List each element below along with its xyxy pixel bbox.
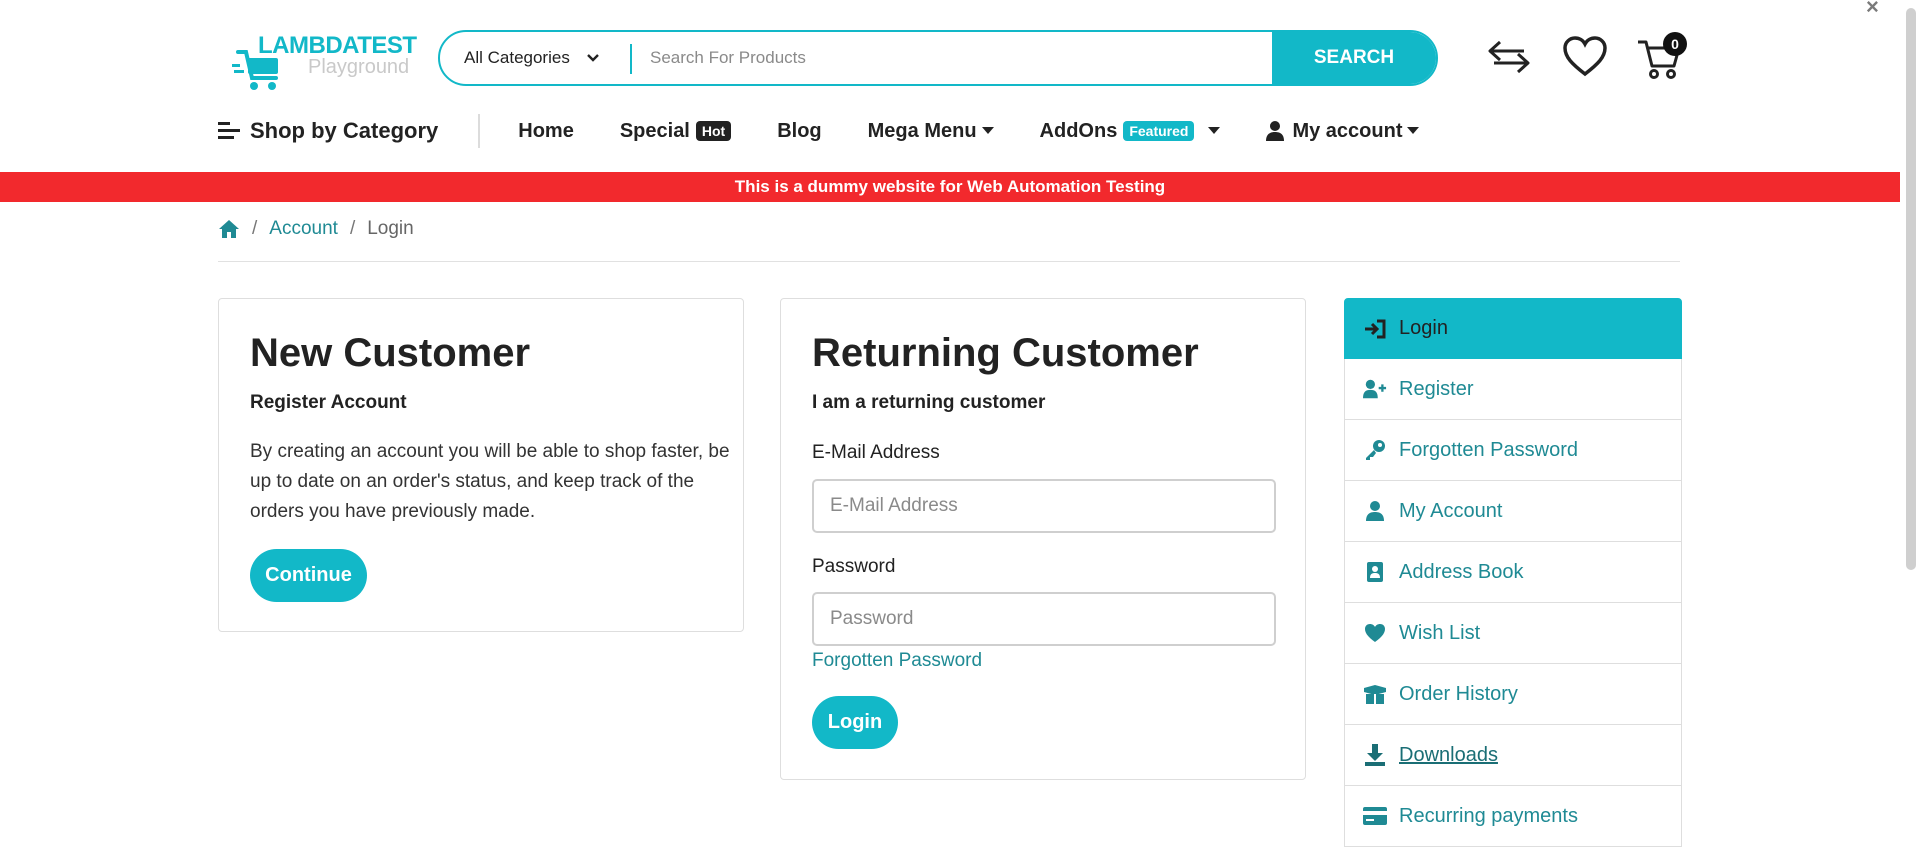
- breadcrumb-separator: /: [252, 218, 258, 239]
- email-field[interactable]: [812, 479, 1276, 533]
- chevron-down-icon: [586, 54, 599, 62]
- menu-icon: [218, 122, 240, 139]
- account-sidebar: Login Register Forgotten Password My Acc…: [1344, 298, 1682, 847]
- password-label: Password: [812, 556, 896, 577]
- new-customer-title: New Customer: [250, 331, 531, 375]
- category-select-value: All Categories: [464, 48, 570, 67]
- wishlist-heart-icon[interactable]: [1562, 36, 1608, 78]
- key-icon: [1363, 438, 1387, 462]
- sidebar-item-label: My Account: [1399, 499, 1503, 522]
- search-input[interactable]: [650, 32, 1210, 84]
- address-book-icon: [1363, 560, 1387, 584]
- new-customer-description: By creating an account you will be able …: [250, 441, 730, 522]
- sidebar-item-label: Downloads: [1399, 743, 1498, 766]
- site-logo[interactable]: LAMBDATEST Playground: [232, 30, 417, 90]
- sidebar-item-label: Register: [1399, 377, 1474, 400]
- featured-badge: Featured: [1123, 121, 1195, 141]
- caret-down-icon: [1208, 127, 1221, 134]
- forgotten-password-link[interactable]: Forgotten Password: [812, 650, 982, 672]
- user-icon: [1266, 121, 1285, 141]
- user-plus-icon: [1363, 377, 1387, 401]
- nav-item-label: My account: [1292, 119, 1403, 142]
- nav-item-special[interactable]: Special Hot: [619, 119, 732, 143]
- sidebar-item-recurring-payments[interactable]: Recurring payments: [1344, 786, 1682, 847]
- nav-item-label: Special: [619, 119, 690, 142]
- hot-badge: Hot: [695, 121, 732, 141]
- returning-customer-subtitle: I am a returning customer: [812, 392, 1046, 413]
- breadcrumb-current: Login: [367, 218, 414, 239]
- shop-by-category-button[interactable]: Shop by Category: [218, 118, 438, 144]
- page: LAMBDATEST Playground All Categories SEA…: [0, 0, 1900, 847]
- nav-item-blog[interactable]: Blog: [777, 120, 821, 143]
- notice-banner: This is a dummy website for Web Automati…: [0, 172, 1900, 202]
- nav-item-home[interactable]: Home: [518, 120, 574, 143]
- sidebar-item-label: Address Book: [1399, 560, 1524, 583]
- category-select[interactable]: All Categories: [440, 32, 632, 84]
- nav-divider: [478, 114, 481, 148]
- nav-item-label: Blog: [777, 119, 822, 142]
- heart-icon: [1363, 621, 1387, 645]
- nav-item-label: Mega Menu: [867, 119, 977, 142]
- close-icon[interactable]: ×: [1866, 0, 1879, 20]
- password-field[interactable]: [812, 592, 1276, 646]
- sign-in-icon: [1363, 317, 1387, 341]
- register-account-subtitle: Register Account: [250, 392, 407, 413]
- credit-card-icon: [1363, 804, 1387, 828]
- search-bar: All Categories SEARCH: [438, 30, 1438, 86]
- search-separator: [630, 44, 632, 74]
- sidebar-item-label: Recurring payments: [1399, 804, 1578, 827]
- logo-subtitle: Playground: [308, 56, 410, 78]
- download-icon: [1363, 743, 1387, 767]
- compare-icon[interactable]: [1486, 36, 1532, 76]
- nav-item-mega-menu[interactable]: Mega Menu: [868, 120, 994, 143]
- sidebar-item-downloads[interactable]: Downloads: [1344, 725, 1682, 786]
- sidebar-item-forgotten-password[interactable]: Forgotten Password: [1344, 420, 1682, 481]
- user-icon: [1363, 499, 1387, 523]
- nav-item-label: AddOns: [1039, 119, 1118, 142]
- email-label: E-Mail Address: [812, 442, 940, 463]
- nav-item-my-account[interactable]: My account: [1266, 119, 1420, 143]
- breadcrumb: / Account / Login: [218, 218, 414, 240]
- continue-button[interactable]: Continue: [250, 549, 367, 602]
- sidebar-item-label: Order History: [1399, 682, 1518, 705]
- sidebar-item-wish-list[interactable]: Wish List: [1344, 603, 1682, 664]
- scrollbar-thumb[interactable]: [1906, 8, 1916, 570]
- sidebar-item-label: Login: [1399, 317, 1448, 339]
- scrollbar-track[interactable]: [1900, 0, 1920, 847]
- home-icon[interactable]: [218, 219, 240, 239]
- caret-down-icon: [981, 127, 994, 134]
- sidebar-item-order-history[interactable]: Order History: [1344, 664, 1682, 725]
- sidebar-item-register[interactable]: Register: [1344, 359, 1682, 420]
- breadcrumb-separator: /: [349, 218, 356, 239]
- login-button[interactable]: Login: [812, 696, 898, 749]
- sidebar-item-label: Forgotten Password: [1399, 438, 1578, 461]
- box-open-icon: [1363, 682, 1387, 706]
- shop-by-category-label: Shop by Category: [250, 118, 439, 143]
- sidebar-item-my-account[interactable]: My Account: [1344, 481, 1682, 542]
- cart-count-badge: 0: [1663, 32, 1687, 56]
- new-customer-card: New Customer Register Account By creatin…: [218, 298, 744, 632]
- search-button[interactable]: SEARCH: [1272, 32, 1436, 84]
- sidebar-item-login[interactable]: Login: [1344, 298, 1682, 359]
- returning-customer-title: Returning Customer: [812, 331, 1199, 375]
- sidebar-item-address-book[interactable]: Address Book: [1344, 542, 1682, 603]
- returning-customer-card: Returning Customer I am a returning cust…: [780, 298, 1306, 780]
- breadcrumb-account-link[interactable]: Account: [269, 218, 338, 240]
- main-nav: Shop by Category Home Special Hot Blog M…: [218, 112, 1465, 150]
- breadcrumb-divider: [218, 261, 1680, 262]
- sidebar-item-label: Wish List: [1399, 621, 1481, 644]
- caret-down-icon: [1407, 127, 1420, 134]
- nav-item-addons[interactable]: AddOns Featured: [1040, 120, 1221, 143]
- nav-item-label: Home: [518, 119, 574, 142]
